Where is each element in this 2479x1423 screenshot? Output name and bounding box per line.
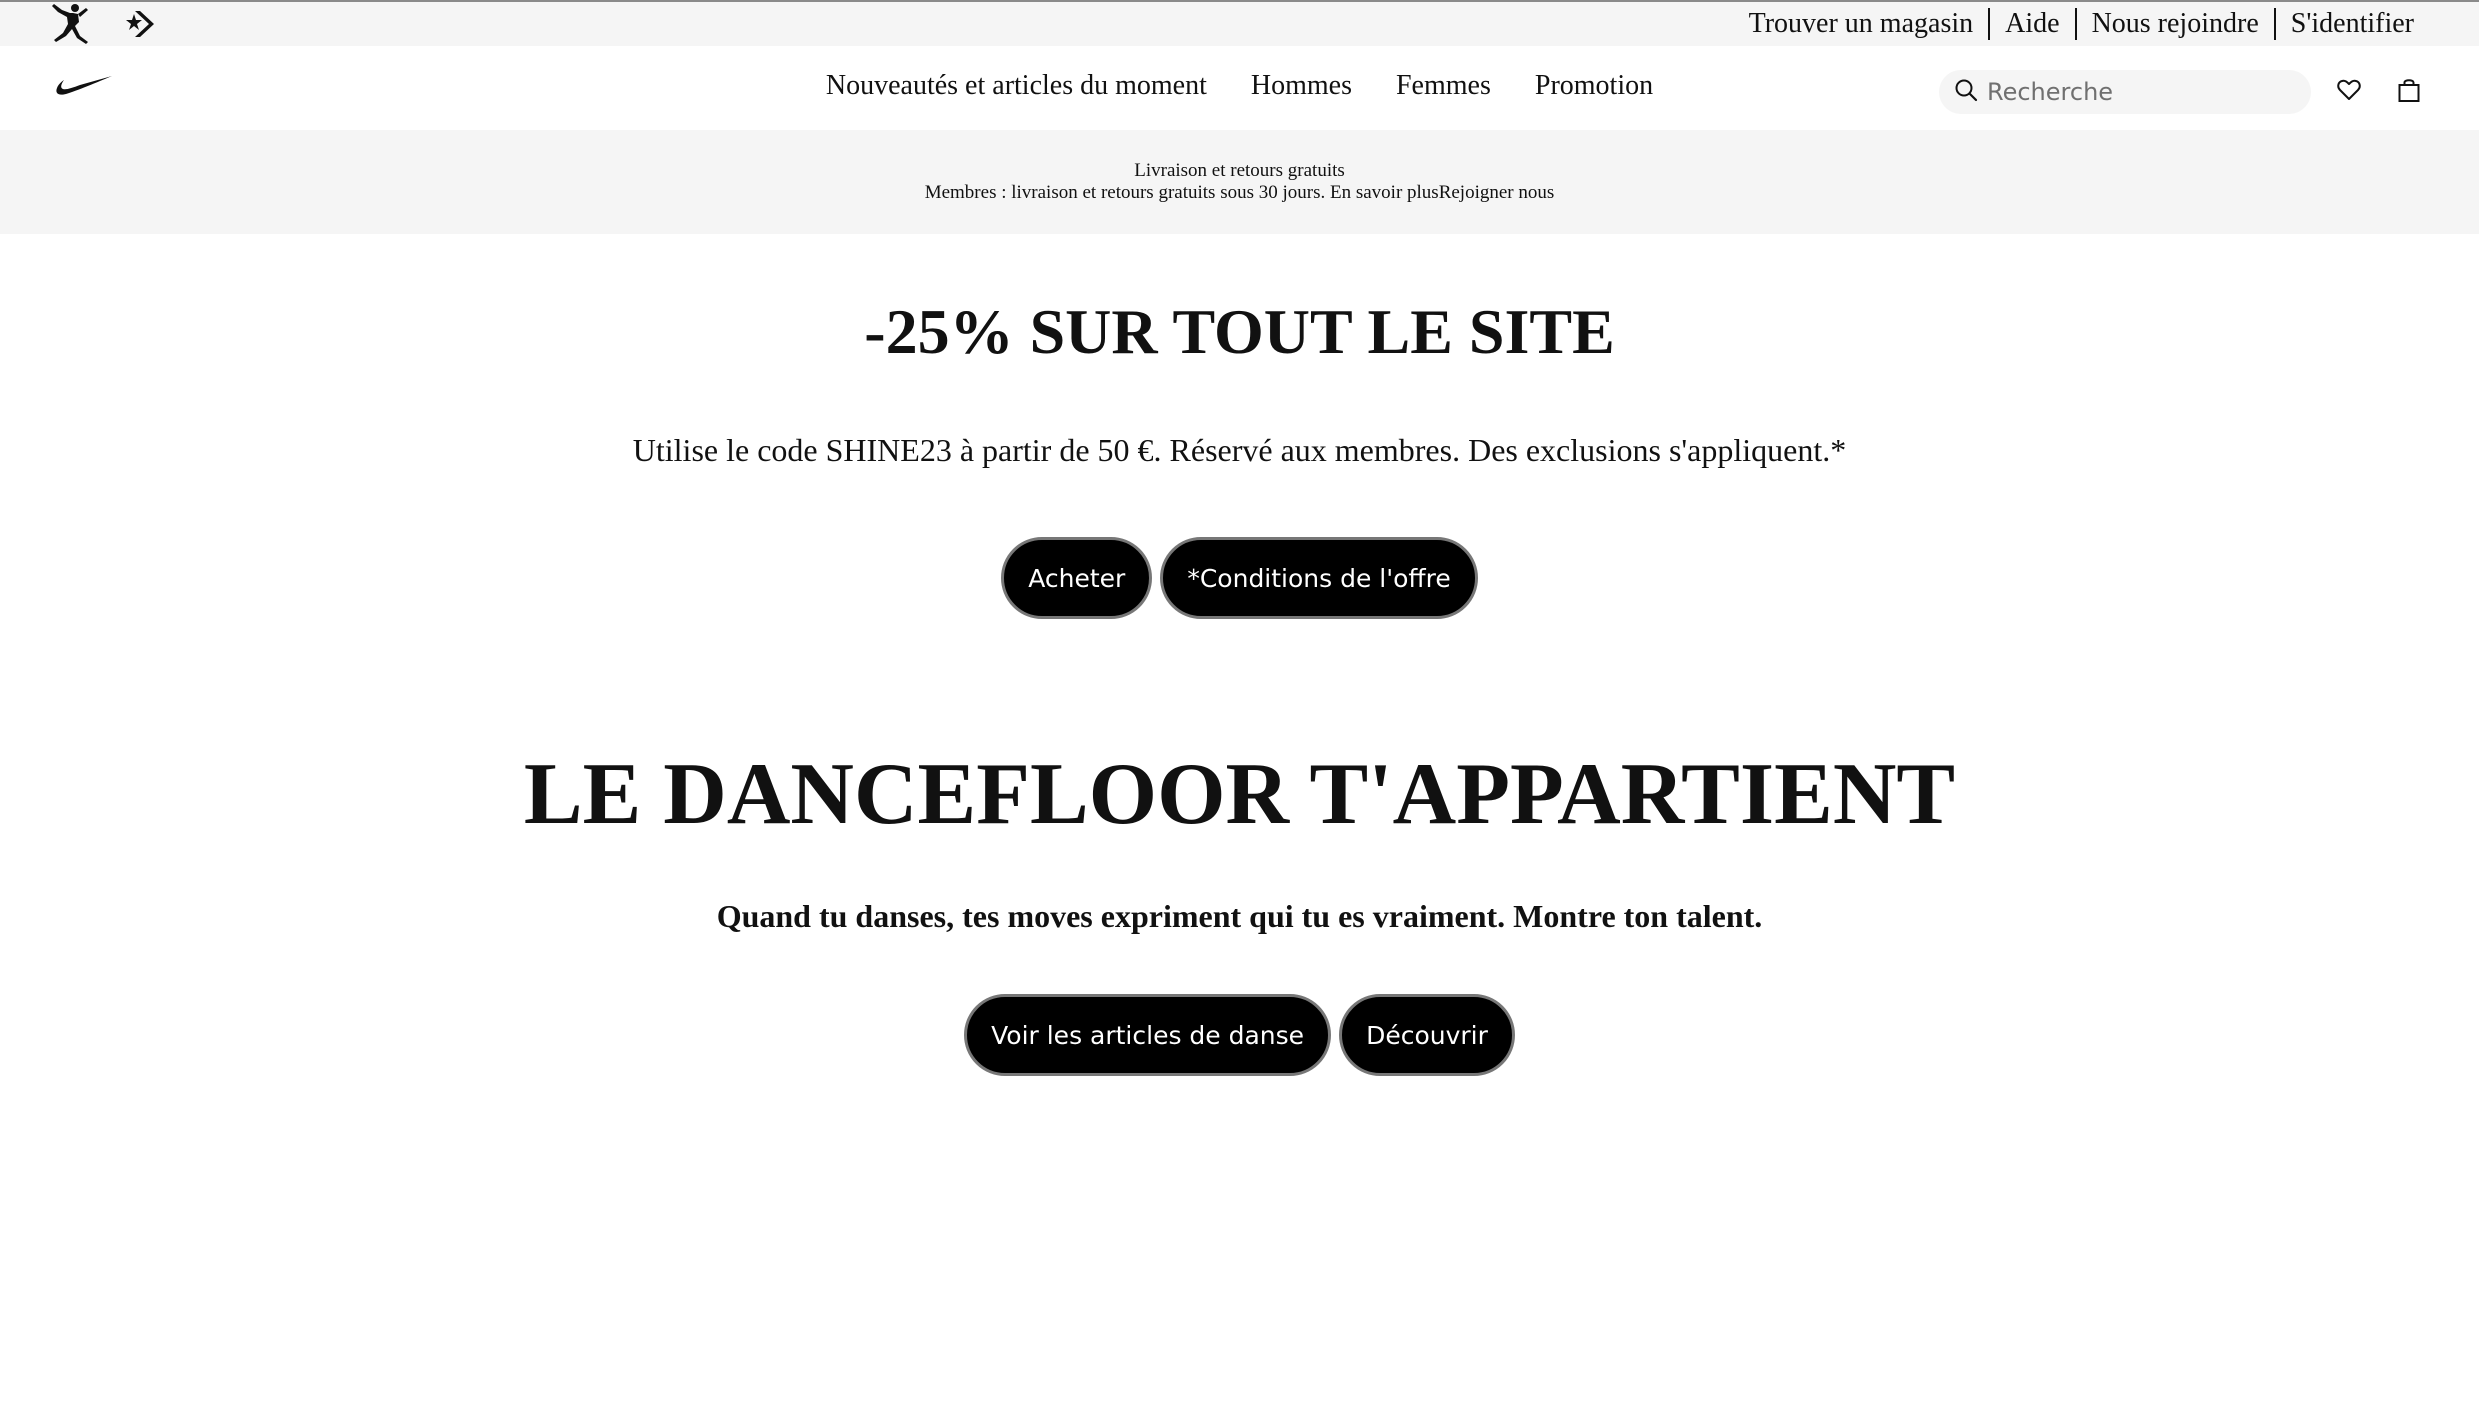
favorites-button[interactable] [2327,70,2371,114]
dance-title: LE DANCEFLOOR T'APPARTIENT [523,746,1956,843]
bag-icon [2397,77,2421,108]
search-icon[interactable] [1953,77,1979,108]
brand-icons [48,2,160,46]
heart-icon [2337,79,2361,106]
utility-links: Trouver un magasin Aide Nous rejoindre S… [1734,2,2429,46]
learn-more-link[interactable]: En savoir plus [1330,182,1439,203]
find-store-link[interactable]: Trouver un magasin [1734,8,1989,40]
search-box[interactable] [1939,70,2311,114]
sale-title: -25% SUR TOUT LE SITE [864,296,1615,367]
nav-new-featured[interactable]: Nouveautés et articles du moment [804,70,1229,102]
offer-terms-button[interactable]: *Conditions de l'offre [1160,537,1478,619]
bag-button[interactable] [2387,70,2431,114]
jordan-jumpman-icon[interactable] [48,2,96,46]
nike-swoosh-icon[interactable] [54,74,114,103]
promo-text: Membres : livraison et retours gratuits … [924,182,1330,203]
help-link[interactable]: Aide [1990,8,2074,40]
join-link[interactable]: Nous rejoindre [2077,8,2274,40]
utility-bar: Trouver un magasin Aide Nous rejoindre S… [0,0,2479,46]
sale-subtitle: Utilise le code SHINE23 à partir de 50 €… [632,432,1847,468]
nav-men[interactable]: Hommes [1229,70,1374,102]
sign-in-link[interactable]: S'identifier [2276,8,2429,40]
sale-buttons: Acheter *Conditions de l'offre [0,537,2479,619]
nav-women[interactable]: Femmes [1374,70,1513,102]
main-header: Nouveautés et articles du moment Hommes … [0,46,2479,130]
shop-button[interactable]: Acheter [1001,537,1153,619]
dance-articles-button[interactable]: Voir les articles de danse [964,994,1332,1076]
converse-icon[interactable] [124,9,160,39]
dance-buttons: Voir les articles de danse Découvrir [0,994,2479,1076]
join-us-link[interactable]: Rejoigner nous [1439,182,1555,203]
promo-text-line: Membres : livraison et retours gratuits … [0,182,2479,204]
header-actions [1939,70,2431,114]
promo-strip: Livraison et retours gratuits Membres : … [0,130,2479,234]
nav-sale[interactable]: Promotion [1513,70,1675,102]
discover-button[interactable]: Découvrir [1339,994,1515,1076]
dance-subtitle: Quand tu danses, tes moves expriment qui… [716,898,1763,934]
search-input[interactable] [1985,77,2285,107]
promo-title: Livraison et retours gratuits [1134,160,1345,181]
